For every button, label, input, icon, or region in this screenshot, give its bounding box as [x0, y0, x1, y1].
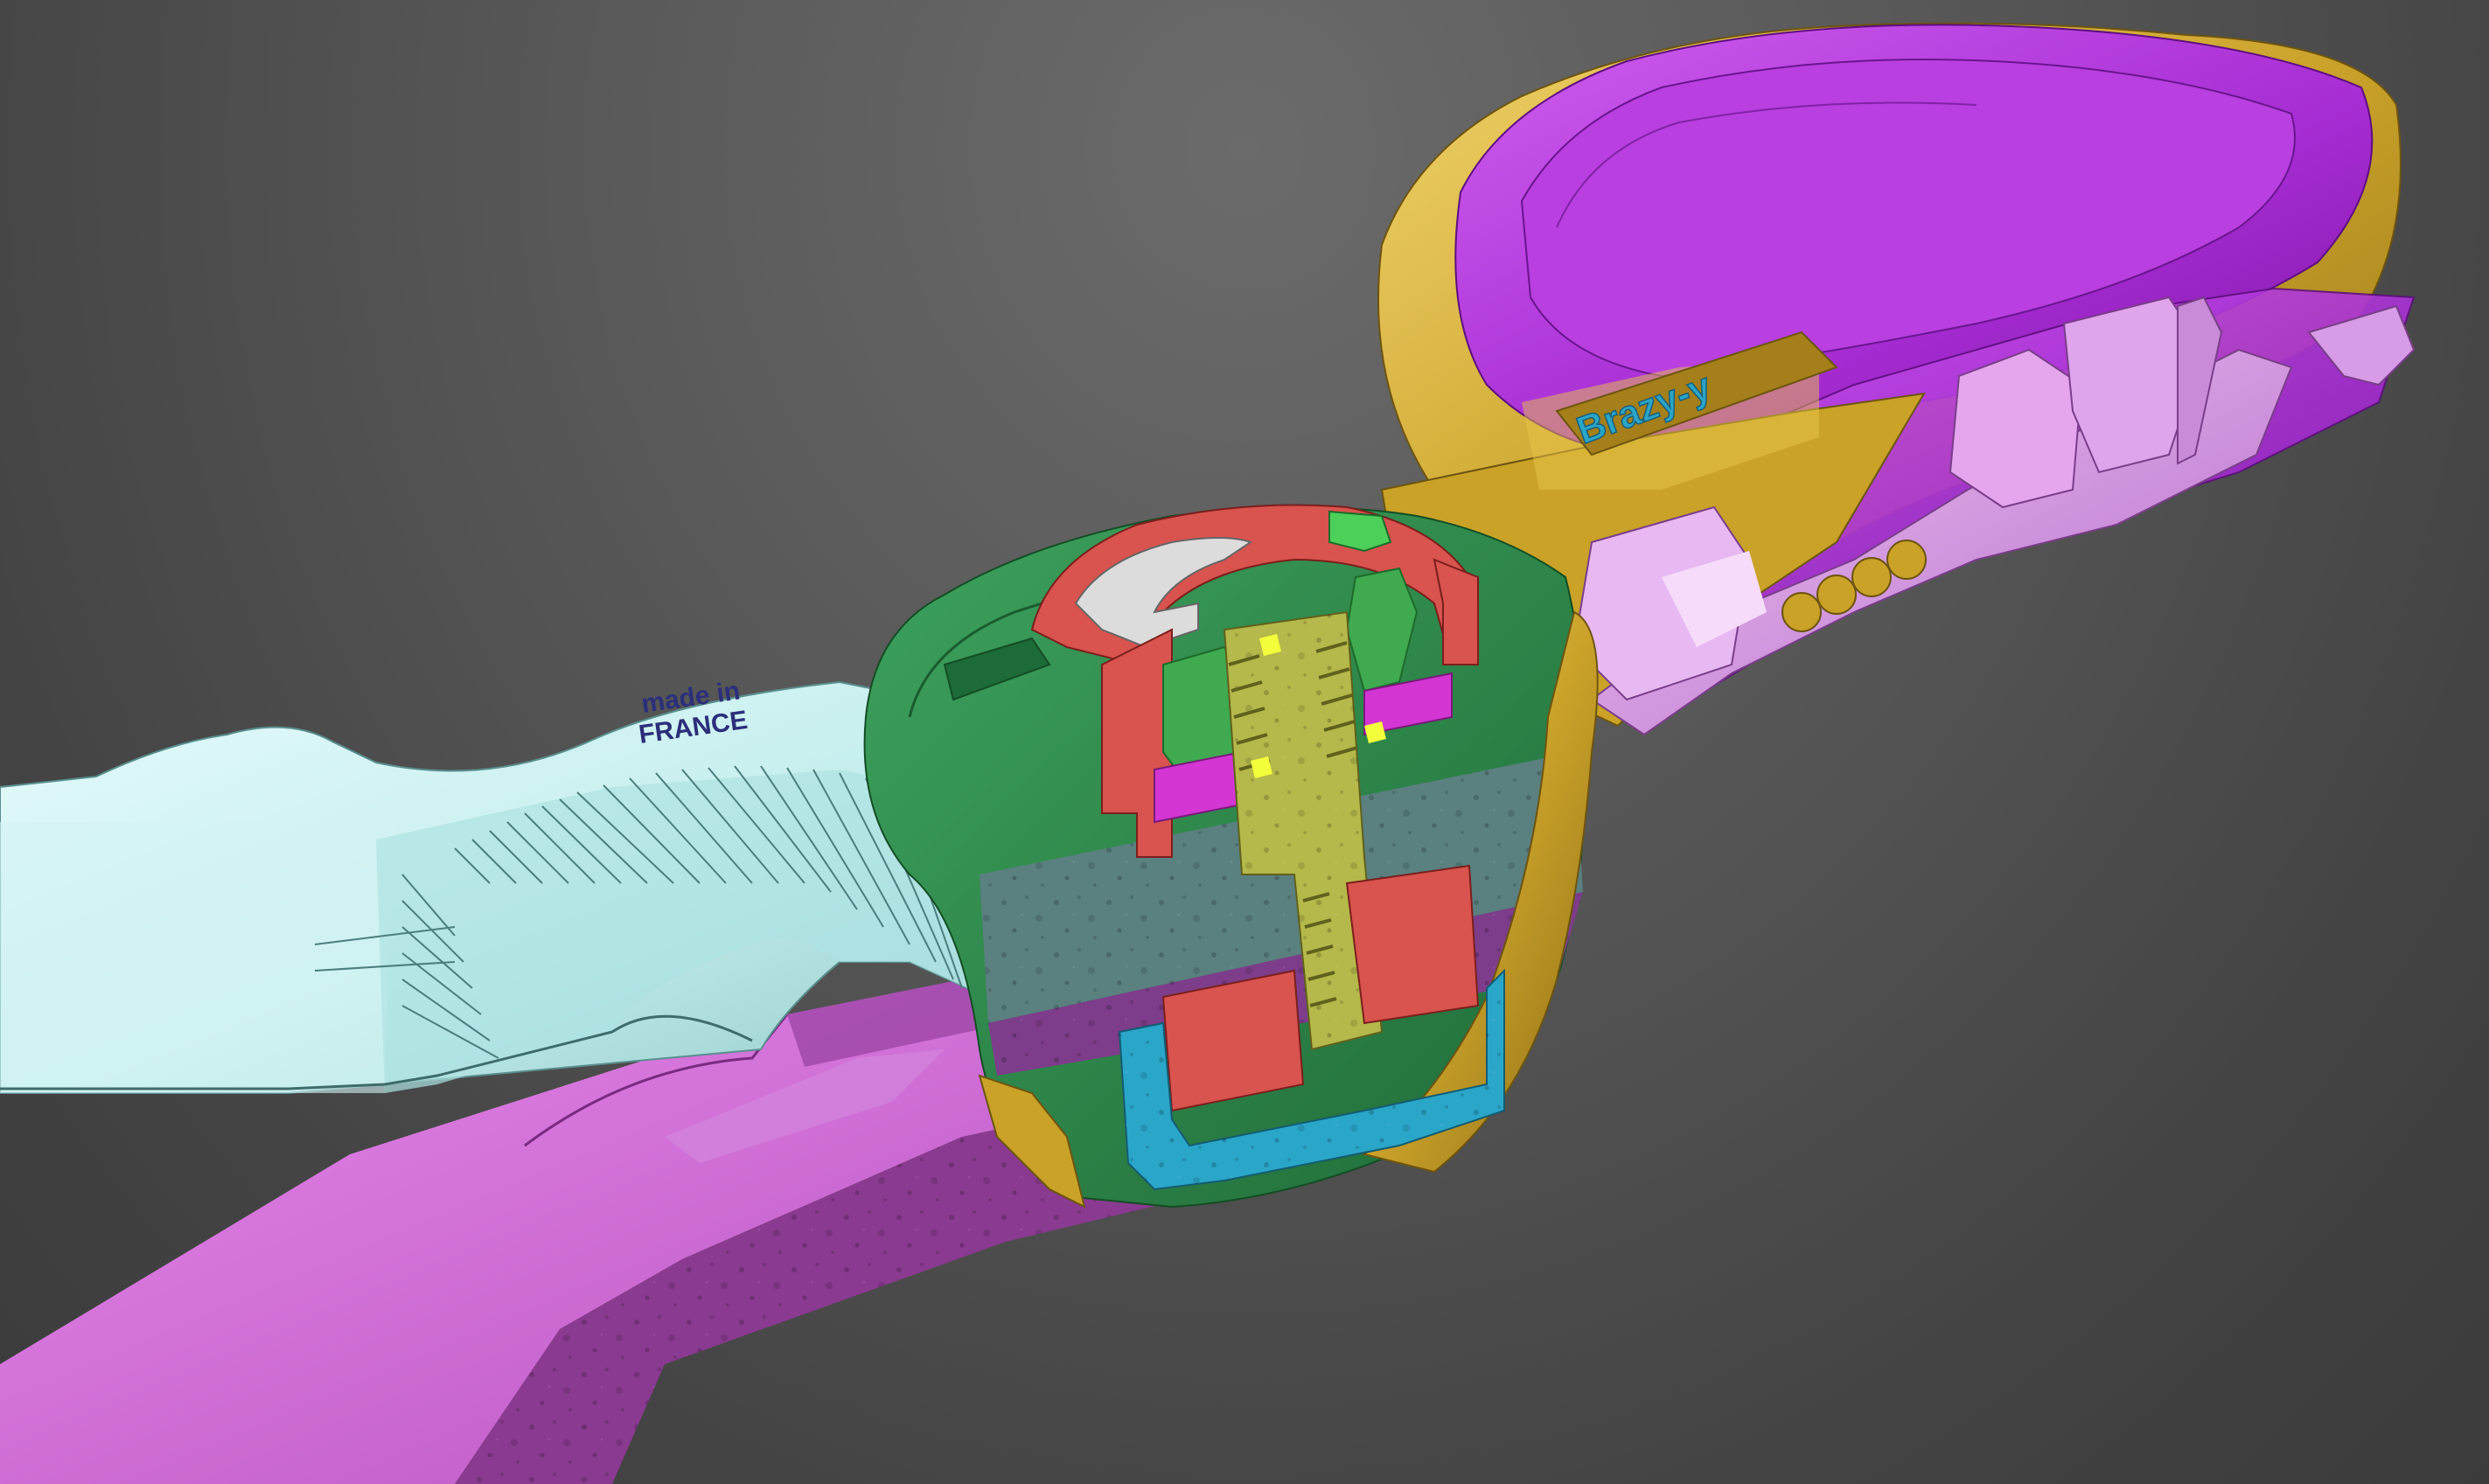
- section-view-model[interactable]: made in FRANCE Brazy-y: [0, 0, 2489, 1484]
- cad-3d-viewport[interactable]: made in FRANCE Brazy-y: [0, 0, 2489, 1484]
